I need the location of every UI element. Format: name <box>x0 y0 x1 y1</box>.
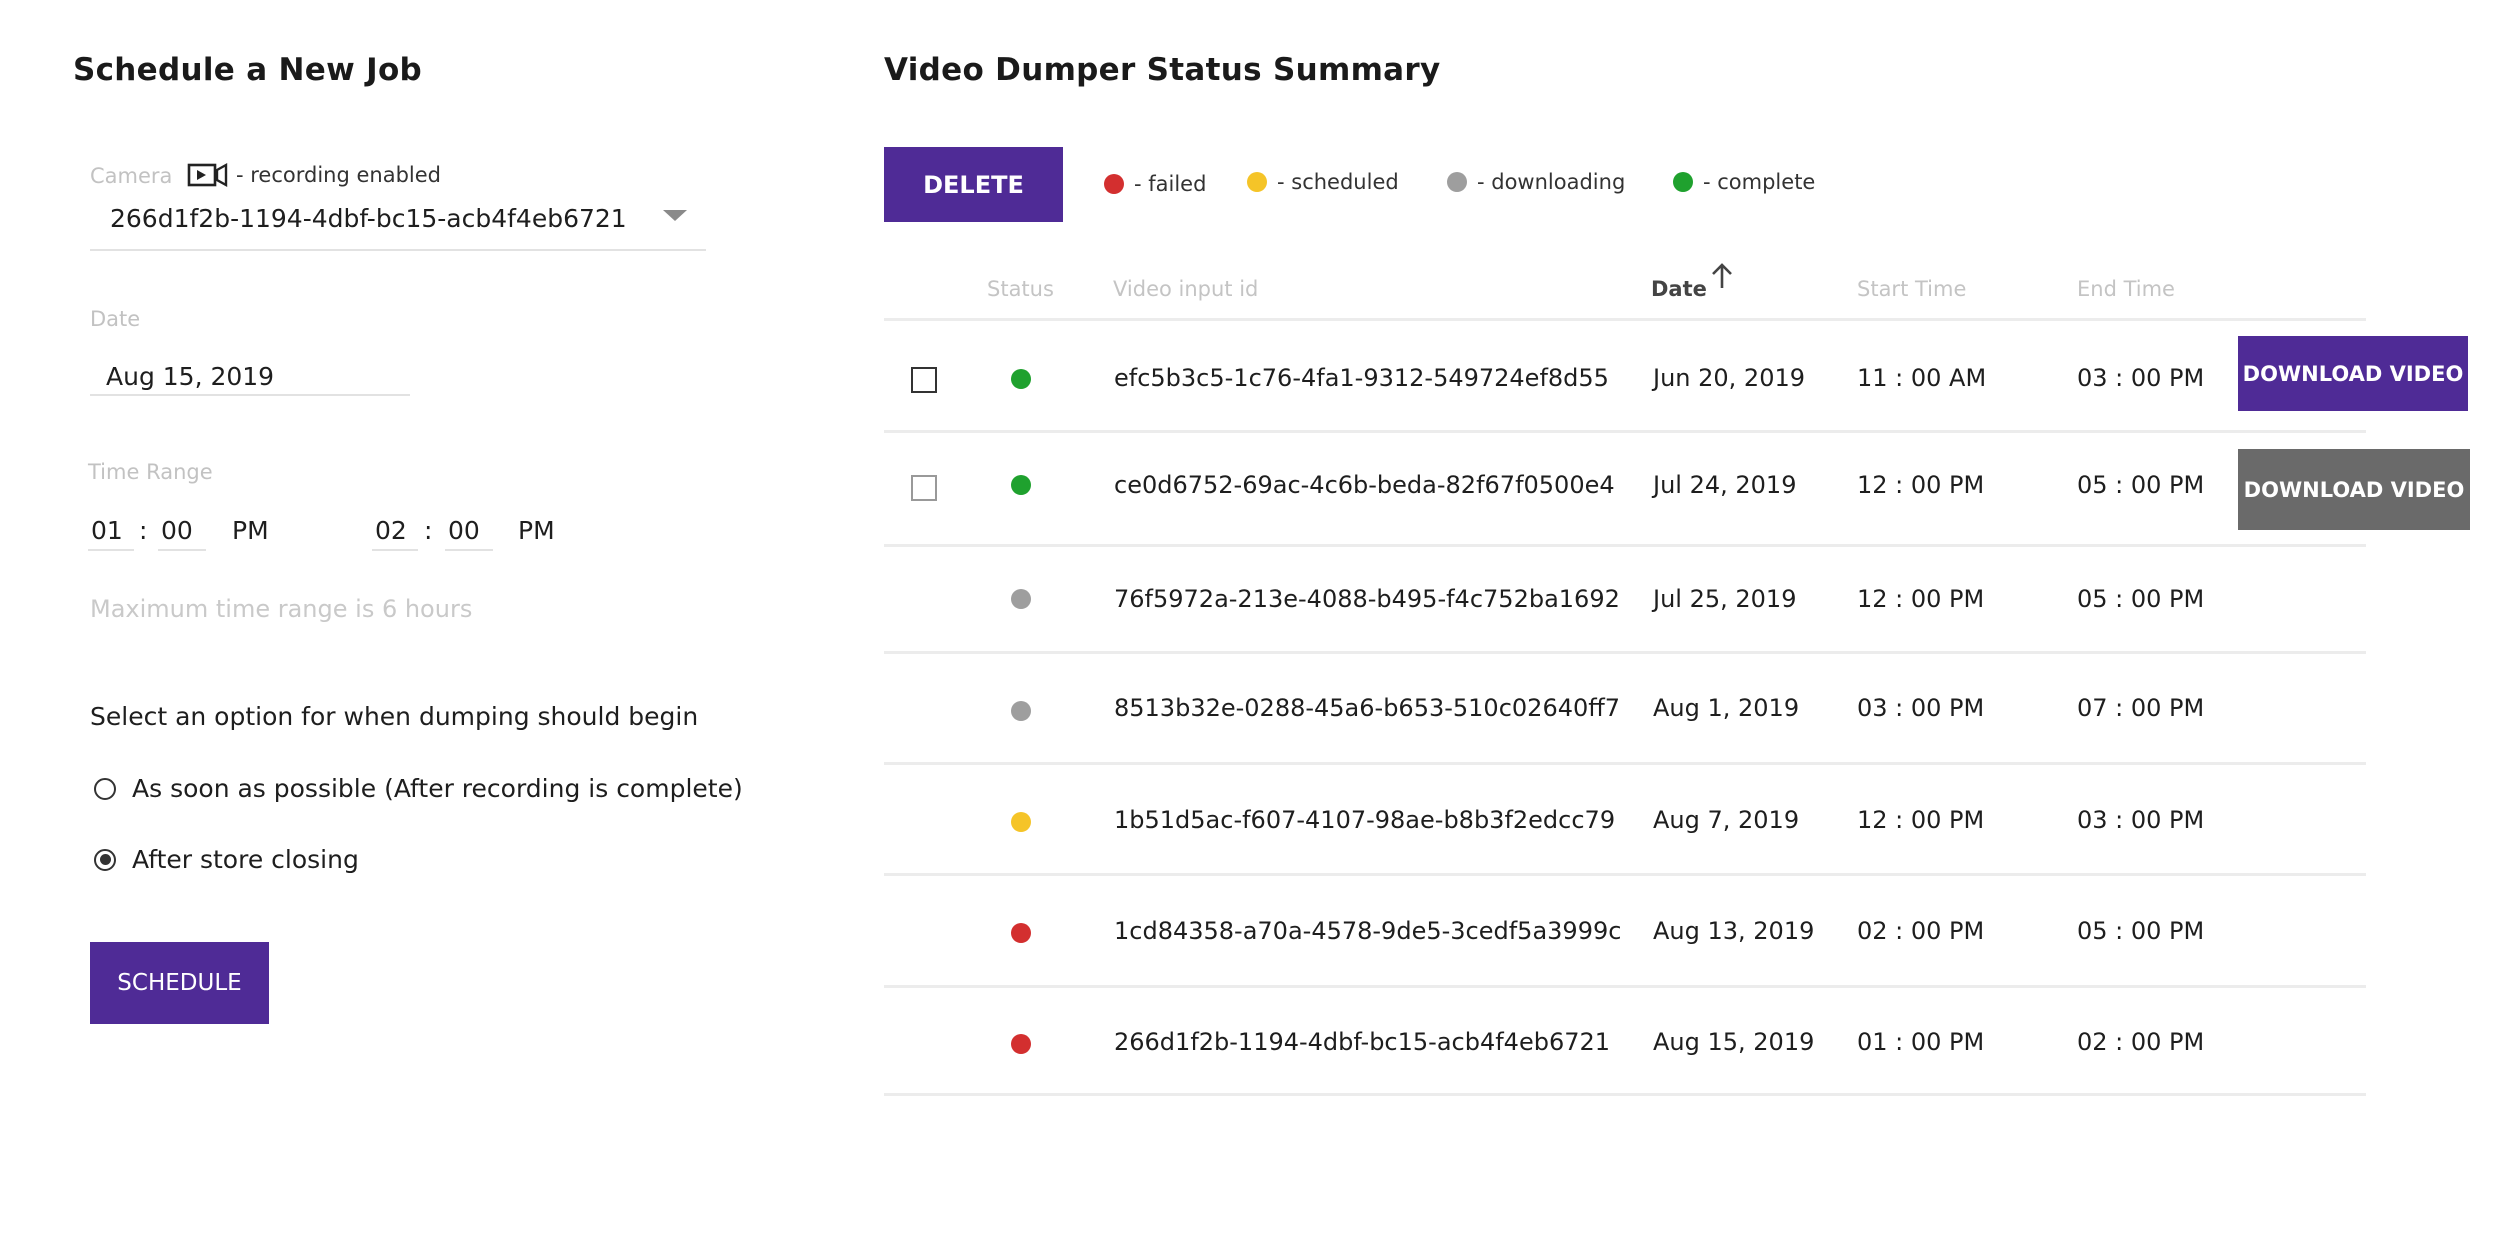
date-label: Date <box>90 307 141 331</box>
date-input[interactable]: Aug 15, 2019 <box>106 362 274 391</box>
delete-button[interactable]: DELETE <box>884 147 1063 222</box>
table-divider <box>884 1093 2366 1096</box>
arrow-up-icon[interactable] <box>1710 262 1734 294</box>
cell-video-id: 266d1f2b-1194-4dbf-bc15-acb4f4eb6721 <box>1114 1028 1611 1056</box>
status-dot-icon <box>1011 701 1031 721</box>
camera-label: Camera <box>90 164 173 188</box>
table-divider <box>884 430 2366 433</box>
legend-complete-label: - complete <box>1703 170 1816 194</box>
cell-end-time: 03 : 00 PM <box>2077 364 2205 392</box>
option-asap-label: As soon as possible (After recording is … <box>132 774 743 803</box>
dump-option-prompt: Select an option for when dumping should… <box>90 702 699 731</box>
failed-dot-icon <box>1104 174 1124 194</box>
status-dot-icon <box>1011 923 1031 943</box>
cell-end-time: 02 : 00 PM <box>2077 1028 2205 1056</box>
download-video-button[interactable]: DOWNLOAD VIDEO <box>2238 449 2470 530</box>
status-dot-icon <box>1011 812 1031 832</box>
downloading-dot-icon <box>1447 172 1467 192</box>
legend-scheduled-label: - scheduled <box>1277 170 1399 194</box>
radio-after-closing[interactable] <box>94 848 116 871</box>
time-range-hint: Maximum time range is 6 hours <box>90 595 473 623</box>
column-date[interactable]: Date <box>1651 277 1707 301</box>
cell-date: Aug 15, 2019 <box>1653 1028 1815 1056</box>
legend-failed-label: - failed <box>1134 172 1207 196</box>
chevron-down-icon[interactable] <box>663 210 687 221</box>
schedule-button[interactable]: SCHEDULE <box>90 942 269 1024</box>
cell-end-time: 05 : 00 PM <box>2077 471 2205 499</box>
scheduled-dot-icon <box>1247 172 1267 192</box>
cell-start-time: 03 : 00 PM <box>1857 694 1985 722</box>
cell-start-time: 01 : 00 PM <box>1857 1028 1985 1056</box>
cell-start-time: 12 : 00 PM <box>1857 806 1985 834</box>
end-hour-input[interactable]: 02 <box>375 516 407 545</box>
start-ampm-select[interactable]: PM <box>232 516 269 545</box>
start-hour-underline <box>88 549 134 551</box>
status-dot-icon <box>1011 589 1031 609</box>
table-divider <box>884 985 2366 988</box>
cell-start-time: 11 : 00 AM <box>1857 364 1987 392</box>
cell-start-time: 12 : 00 PM <box>1857 585 1985 613</box>
table-divider <box>884 544 2366 547</box>
legend-downloading: - downloading <box>1447 170 1625 194</box>
end-separator: : <box>424 516 433 545</box>
status-dot-icon <box>1011 1034 1031 1054</box>
start-minute-input[interactable]: 00 <box>161 516 193 545</box>
legend-complete: - complete <box>1673 170 1815 194</box>
legend-downloading-label: - downloading <box>1477 170 1626 194</box>
date-underline <box>90 394 410 396</box>
column-start-time[interactable]: Start Time <box>1857 277 1966 301</box>
video-camera-icon <box>187 162 229 192</box>
camera-underline <box>90 249 706 251</box>
column-video-input-id[interactable]: Video input id <box>1113 277 1258 301</box>
cell-date: Aug 7, 2019 <box>1653 806 1800 834</box>
status-dot-icon <box>1011 475 1031 495</box>
cell-end-time: 05 : 00 PM <box>2077 585 2205 613</box>
column-end-time[interactable]: End Time <box>2077 277 2175 301</box>
end-hour-underline <box>372 549 418 551</box>
cell-end-time: 07 : 00 PM <box>2077 694 2205 722</box>
camera-select-value[interactable]: 266d1f2b-1194-4dbf-bc15-acb4f4eb6721 <box>110 204 627 233</box>
radio-asap[interactable] <box>94 777 116 800</box>
cell-start-time: 12 : 00 PM <box>1857 471 1985 499</box>
table-divider <box>884 873 2366 876</box>
complete-dot-icon <box>1673 172 1693 192</box>
cell-start-time: 02 : 00 PM <box>1857 917 1985 945</box>
cell-video-id: 76f5972a-213e-4088-b495-f4c752ba1692 <box>1114 585 1620 613</box>
cell-date: Jul 24, 2019 <box>1653 471 1797 499</box>
cell-date: Jul 25, 2019 <box>1653 585 1797 613</box>
cell-video-id: 8513b32e-0288-45a6-b653-510c02640ff7 <box>1114 694 1621 722</box>
cell-video-id: ce0d6752-69ac-4c6b-beda-82f67f0500e4 <box>1114 471 1615 499</box>
table-divider <box>884 318 2366 321</box>
status-dot-icon <box>1011 369 1031 389</box>
cell-end-time: 03 : 00 PM <box>2077 806 2205 834</box>
start-separator: : <box>139 516 148 545</box>
end-ampm-select[interactable]: PM <box>518 516 555 545</box>
row-checkbox[interactable] <box>911 475 937 501</box>
end-minute-input[interactable]: 00 <box>448 516 480 545</box>
cell-video-id: efc5b3c5-1c76-4fa1-9312-549724ef8d55 <box>1114 364 1609 392</box>
legend-failed: - failed <box>1104 172 1206 196</box>
table-divider <box>884 762 2366 765</box>
download-video-button[interactable]: DOWNLOAD VIDEO <box>2238 336 2468 411</box>
start-minute-underline <box>158 549 206 551</box>
cell-video-id: 1b51d5ac-f607-4107-98ae-b8b3f2edcc79 <box>1114 806 1616 834</box>
option-asap[interactable]: As soon as possible (After recording is … <box>94 774 743 803</box>
legend-scheduled: - scheduled <box>1247 170 1399 194</box>
cell-date: Aug 13, 2019 <box>1653 917 1815 945</box>
time-range-label: Time Range <box>88 460 213 484</box>
status-summary-title: Video Dumper Status Summary <box>884 52 1441 88</box>
option-after-closing-label: After store closing <box>132 845 359 874</box>
recording-note: - recording enabled <box>236 163 441 187</box>
option-after-closing[interactable]: After store closing <box>94 845 359 874</box>
column-status[interactable]: Status <box>987 277 1054 301</box>
table-divider <box>884 651 2366 654</box>
cell-end-time: 05 : 00 PM <box>2077 917 2205 945</box>
schedule-title: Schedule a New Job <box>73 52 423 88</box>
cell-video-id: 1cd84358-a70a-4578-9de5-3cedf5a3999c <box>1114 917 1622 945</box>
cell-date: Aug 1, 2019 <box>1653 694 1800 722</box>
row-checkbox[interactable] <box>911 367 937 393</box>
cell-date: Jun 20, 2019 <box>1653 364 1806 392</box>
end-minute-underline <box>445 549 493 551</box>
start-hour-input[interactable]: 01 <box>91 516 123 545</box>
